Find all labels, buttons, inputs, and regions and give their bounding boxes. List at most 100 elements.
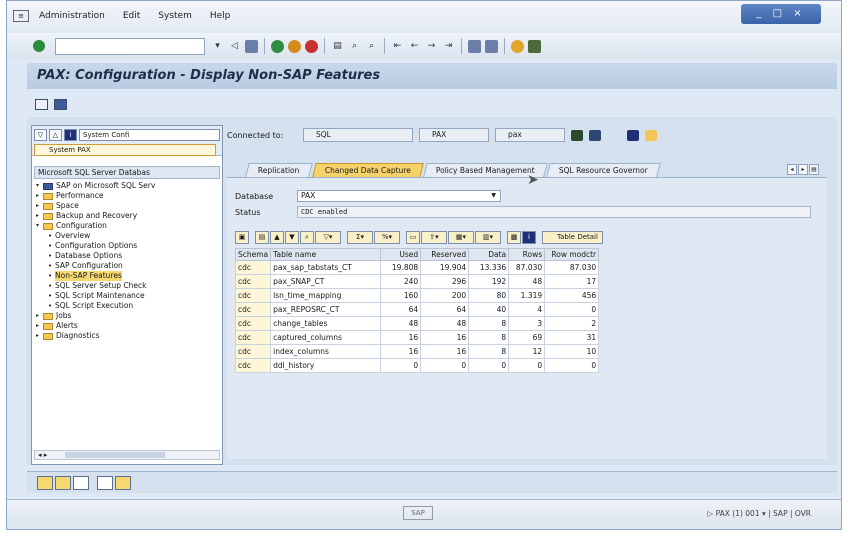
save-icon[interactable] (245, 39, 258, 53)
table-cell[interactable]: cdc (234, 274, 272, 289)
table-cell[interactable]: cdc (234, 260, 272, 275)
table-cell[interactable]: 19.808 (380, 260, 422, 275)
refresh-icon[interactable] (55, 475, 71, 490)
tree-node[interactable]: ▸ Diagnostics (36, 331, 222, 341)
view-icon[interactable]: ▥▾ (475, 231, 501, 244)
tab-list-icon[interactable]: ▤ (809, 164, 819, 175)
find-icon[interactable]: ⌕ (348, 40, 361, 53)
tree-node[interactable]: ▸ Performance (36, 191, 222, 201)
save-icon[interactable] (115, 475, 131, 490)
tree-node[interactable]: • Database Options (36, 251, 222, 261)
table-cell[interactable]: 16 (420, 330, 470, 345)
enter-icon[interactable] (33, 40, 45, 52)
table-row[interactable]: cdc pax_REPOSRC_CT 64 64 40 4 0 (234, 302, 600, 317)
table-cell[interactable]: 3 (508, 316, 546, 331)
next-page-icon[interactable]: → (425, 40, 438, 53)
dropdown-icon[interactable]: ▾ (211, 40, 224, 53)
table-cell[interactable]: 19.904 (420, 260, 470, 275)
table-cell[interactable]: 8 (468, 330, 510, 345)
menu-administration[interactable]: Administration (39, 11, 105, 21)
shortcut-icon[interactable] (485, 39, 498, 53)
tree-node[interactable]: • SQL Script Execution (36, 301, 222, 311)
back-arrow-icon[interactable]: ◁ (228, 40, 241, 53)
table-cell[interactable]: 69 (508, 330, 546, 345)
tree-node[interactable]: ▸ Backup and Recovery (36, 211, 222, 221)
copy-icon[interactable] (73, 475, 89, 490)
table-cell[interactable]: ddl_history (270, 358, 382, 373)
menu-system[interactable]: System (158, 11, 192, 21)
sap-menu-icon[interactable]: ≡ (13, 10, 29, 22)
table-cell[interactable]: 31 (544, 330, 600, 345)
cancel-icon[interactable] (305, 39, 318, 53)
column-header[interactable]: Used (380, 248, 422, 261)
table-cell[interactable]: cdc (234, 302, 272, 317)
other-object-icon[interactable] (54, 98, 67, 110)
table-cell[interactable]: pax_REPOSRC_CT (270, 302, 382, 317)
scrollbar-thumb[interactable] (65, 452, 165, 458)
table-cell[interactable]: 1.319 (508, 288, 546, 303)
table-cell[interactable]: 8 (468, 316, 510, 331)
table-cell[interactable]: 16 (380, 330, 422, 345)
tree-node[interactable]: ▸ Alerts (36, 321, 222, 331)
table-row[interactable]: cdc index_columns 16 16 8 12 10 (234, 344, 600, 359)
export-icon[interactable]: ⇪▾ (421, 231, 447, 244)
table-cell[interactable]: 240 (380, 274, 422, 289)
system-info[interactable]: ▷ PAX (1) 001 ▾ | SAP | OVR (707, 509, 811, 518)
menu-help[interactable]: Help (210, 11, 231, 21)
table-cell[interactable]: 48 (508, 274, 546, 289)
tab-sql-resource-governor[interactable]: SQL Resource Governor (546, 163, 662, 177)
table-cell[interactable]: 456 (544, 288, 600, 303)
tree-node[interactable]: ▾ Configuration (36, 221, 222, 231)
table-cell[interactable]: 87.030 (544, 260, 600, 275)
tree-node[interactable]: • Overview (36, 231, 222, 241)
table-detail-button[interactable]: Table Detail (542, 231, 603, 244)
table-cell[interactable]: 0 (380, 358, 422, 373)
collapse-icon[interactable]: △ (49, 129, 62, 141)
column-header[interactable]: Table name (270, 248, 382, 261)
table-cell[interactable]: 160 (380, 288, 422, 303)
table-cell[interactable]: 0 (544, 358, 600, 373)
expand-icon[interactable]: ▽ (34, 129, 47, 141)
table-cell[interactable]: 64 (380, 302, 422, 317)
info-icon[interactable]: i (64, 129, 77, 141)
table-cell[interactable]: captured_columns (270, 330, 382, 345)
last-page-icon[interactable]: ⇥ (442, 40, 455, 53)
chevron-right-icon[interactable]: ▸ (36, 321, 43, 331)
table-cell[interactable]: 48 (380, 316, 422, 331)
table-cell[interactable]: 0 (508, 358, 546, 373)
column-header[interactable]: Rows (508, 248, 546, 261)
display-change-icon[interactable] (35, 98, 48, 110)
table-cell[interactable]: 48 (420, 316, 470, 331)
table-cell[interactable]: 0 (468, 358, 510, 373)
info-icon[interactable]: i (522, 231, 536, 244)
print-icon[interactable]: ▤ (331, 40, 344, 53)
system-select[interactable]: System PAX (34, 144, 216, 156)
prev-page-icon[interactable]: ← (408, 40, 421, 53)
table-cell[interactable]: 296 (420, 274, 470, 289)
table-cell[interactable]: 12 (508, 344, 546, 359)
table-cell[interactable]: cdc (234, 358, 272, 373)
table-row[interactable]: cdc ddl_history 0 0 0 0 0 (234, 358, 600, 373)
exit-icon[interactable] (288, 39, 301, 53)
tab-prev-icon[interactable]: ◂ (787, 164, 797, 175)
table-cell[interactable]: cdc (234, 330, 272, 345)
print-icon[interactable]: ▤ (255, 231, 269, 244)
table-cell[interactable]: change_tables (270, 316, 382, 331)
print-icon[interactable] (97, 475, 113, 490)
filter-icon[interactable]: ▽▾ (315, 231, 341, 244)
table-cell[interactable]: 16 (380, 344, 422, 359)
tree-node[interactable]: • Configuration Options (36, 241, 222, 251)
tree-node[interactable]: ▸ Space (36, 201, 222, 211)
column-header[interactable]: Reserved (420, 248, 470, 261)
table-cell[interactable]: 87.030 (508, 260, 546, 275)
table-cell[interactable]: 13.336 (468, 260, 510, 275)
table-cell[interactable]: cdc (234, 344, 272, 359)
tree-node[interactable]: ▸ Jobs (36, 311, 222, 321)
chevron-right-icon[interactable]: ▸ (36, 331, 43, 341)
chevron-right-icon[interactable]: ▾ (36, 181, 43, 191)
tree-node[interactable]: • SQL Server Setup Check (36, 281, 222, 291)
chevron-right-icon[interactable]: ▸ (36, 201, 43, 211)
new-session-icon[interactable] (468, 39, 481, 53)
chevron-right-icon[interactable]: ▸ (36, 311, 43, 321)
table-cell[interactable]: 192 (468, 274, 510, 289)
